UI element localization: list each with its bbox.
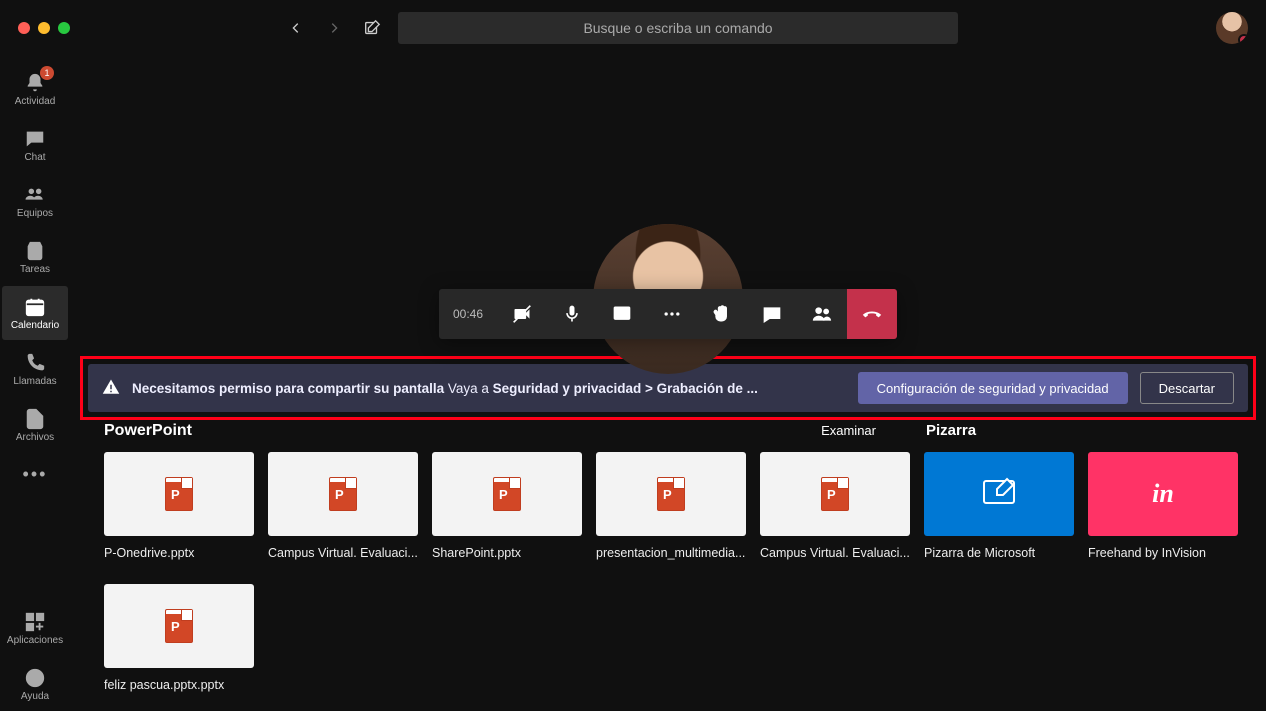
- file-label: presentacion_multimedia...: [596, 546, 746, 560]
- sidebar-item-archivos[interactable]: Archivos: [2, 398, 68, 452]
- sidebar-label: Actividad: [15, 96, 56, 107]
- open-security-settings-button[interactable]: Configuración de seguridad y privacidad: [858, 372, 1128, 404]
- sidebar-item-calendario[interactable]: Calendario: [2, 286, 68, 340]
- share-tray: PowerPoint Examinar Pizarra P-Onedrive.p…: [90, 416, 1246, 692]
- sidebar-label: Archivos: [16, 432, 54, 443]
- window-controls: [18, 22, 70, 34]
- powerpoint-icon: [165, 609, 193, 643]
- powerpoint-heading: PowerPoint: [104, 422, 192, 440]
- call-toolbar: 00:46: [439, 289, 897, 339]
- sidebar-item-actividad[interactable]: Actividad 1: [2, 62, 68, 116]
- sidebar-item-tareas[interactable]: Tareas: [2, 230, 68, 284]
- presence-status: [1238, 34, 1248, 44]
- app-sidebar: Actividad 1 Chat Equipos Tareas Calendar…: [0, 56, 70, 711]
- minimize-window[interactable]: [38, 22, 50, 34]
- hangup-button[interactable]: [847, 289, 897, 339]
- ppt-tile[interactable]: presentacion_multimedia...: [596, 452, 746, 560]
- dismiss-button[interactable]: Descartar: [1140, 372, 1234, 404]
- file-label: Campus Virtual. Evaluaci...: [760, 546, 910, 560]
- browse-link[interactable]: Examinar: [821, 423, 876, 438]
- show-participants-button[interactable]: [797, 289, 847, 339]
- whiteboard-icon: [979, 473, 1019, 516]
- sidebar-label: Calendario: [11, 320, 59, 331]
- maximize-window[interactable]: [58, 22, 70, 34]
- tile-label: Pizarra de Microsoft: [924, 546, 1074, 560]
- raise-hand-button[interactable]: [697, 289, 747, 339]
- ppt-tile[interactable]: SharePoint.pptx: [432, 452, 582, 560]
- sidebar-label: Tareas: [20, 264, 50, 275]
- call-duration: 00:46: [439, 307, 497, 321]
- close-window[interactable]: [18, 22, 30, 34]
- file-label: SharePoint.pptx: [432, 546, 582, 560]
- toggle-mic-button[interactable]: [547, 289, 597, 339]
- more-actions-button[interactable]: [647, 289, 697, 339]
- sidebar-label: Ayuda: [21, 691, 49, 702]
- powerpoint-icon: [821, 477, 849, 511]
- sidebar-label: Chat: [24, 152, 45, 163]
- share-screen-button[interactable]: [597, 289, 647, 339]
- ppt-tile[interactable]: Campus Virtual. Evaluaci...: [760, 452, 910, 560]
- powerpoint-icon: [493, 477, 521, 511]
- activity-badge: 1: [40, 66, 54, 80]
- sidebar-label: Equipos: [17, 208, 53, 219]
- main-content: 00:46: [70, 56, 1266, 711]
- show-chat-button[interactable]: [747, 289, 797, 339]
- ppt-tile[interactable]: Campus Virtual. Evaluaci...: [268, 452, 418, 560]
- powerpoint-icon: [165, 477, 193, 511]
- file-label: feliz pascua.pptx.pptx: [104, 678, 254, 692]
- sidebar-label: Aplicaciones: [7, 635, 63, 646]
- powerpoint-icon: [329, 477, 357, 511]
- search-input[interactable]: Busque o escriba un comando: [398, 12, 958, 44]
- file-label: P-Onedrive.pptx: [104, 546, 254, 560]
- search-placeholder: Busque o escriba un comando: [583, 20, 772, 36]
- ppt-tile[interactable]: feliz pascua.pptx.pptx: [104, 584, 254, 692]
- compose-icon[interactable]: [356, 12, 388, 44]
- video-stage: 00:46: [70, 56, 1266, 356]
- file-label: Campus Virtual. Evaluaci...: [268, 546, 418, 560]
- invision-icon: in: [1152, 479, 1174, 509]
- sidebar-item-chat[interactable]: Chat: [2, 118, 68, 172]
- profile-avatar[interactable]: [1216, 12, 1248, 44]
- titlebar: Busque o escriba un comando: [0, 0, 1266, 56]
- permission-text: Necesitamos permiso para compartir su pa…: [132, 381, 846, 396]
- sidebar-item-ayuda[interactable]: Ayuda: [2, 657, 68, 711]
- nav-forward[interactable]: [318, 12, 350, 44]
- sidebar-item-llamadas[interactable]: Llamadas: [2, 342, 68, 396]
- tile-label: Freehand by InVision: [1088, 546, 1238, 560]
- sidebar-more-icon[interactable]: •••: [2, 454, 68, 494]
- warning-icon: [102, 378, 120, 399]
- sidebar-item-aplicaciones[interactable]: Aplicaciones: [2, 601, 68, 655]
- ppt-tile[interactable]: P-Onedrive.pptx: [104, 452, 254, 560]
- nav-back[interactable]: [280, 12, 312, 44]
- sidebar-label: Llamadas: [13, 376, 56, 387]
- powerpoint-icon: [657, 477, 685, 511]
- sidebar-item-equipos[interactable]: Equipos: [2, 174, 68, 228]
- toggle-camera-button[interactable]: [497, 289, 547, 339]
- invision-tile[interactable]: in Freehand by InVision: [1088, 452, 1238, 560]
- whiteboard-heading: Pizarra: [926, 422, 1246, 439]
- whiteboard-tile[interactable]: Pizarra de Microsoft: [924, 452, 1074, 560]
